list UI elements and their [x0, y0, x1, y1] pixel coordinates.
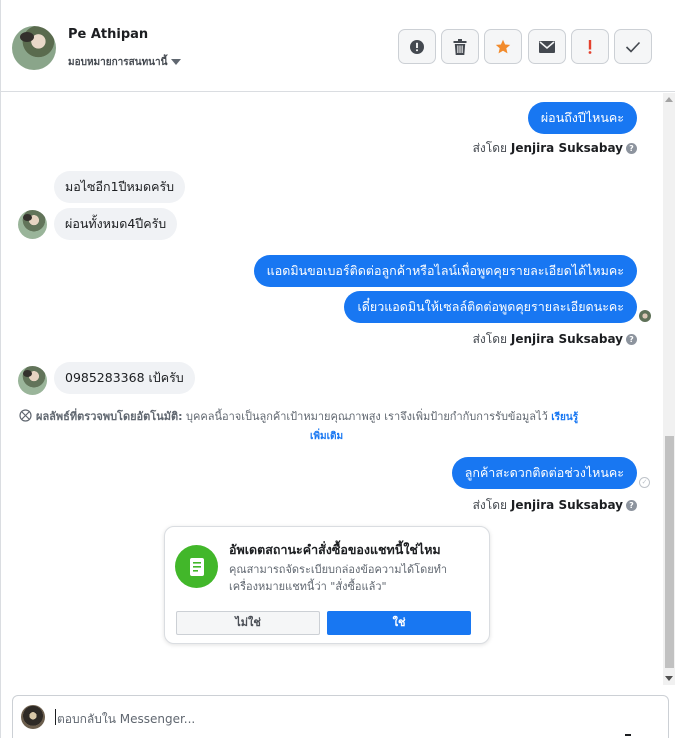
card-description: คุณสามารถจัดระเบียบกล่องข้อความได้โดยทำเ… — [229, 563, 448, 593]
incoming-message[interactable]: 0985283368 เป้ครับ — [54, 362, 195, 394]
spam-button[interactable] — [398, 29, 436, 64]
sent-by-label: ส่งโดย Jenjira Suksabay? — [473, 330, 637, 349]
conversation-header: Pe Athipan มอบหมายการสนทนานี้ — [1, 0, 675, 92]
contact-name[interactable]: Pe Athipan — [68, 27, 148, 42]
scroll-up-arrow-icon[interactable] — [665, 97, 673, 102]
help-icon[interactable]: ? — [626, 143, 637, 154]
auto-detected-text: บุคคลนี้อาจเป็นลูกค้าเป้าหมายคุณภาพสูง เ… — [186, 410, 548, 423]
no-button[interactable]: ไม่ใช่ — [176, 611, 320, 635]
contact-avatar[interactable] — [12, 26, 56, 70]
card-title: อัพเดตสถานะคำสั่งซื้อของแชทนี้ใช่ไหม — [229, 542, 441, 557]
sender-avatar — [18, 366, 47, 395]
delete-button[interactable] — [441, 29, 479, 64]
chevron-down-icon — [171, 59, 182, 65]
star-button[interactable] — [484, 29, 522, 64]
seen-indicator-avatar — [639, 310, 651, 322]
assign-label: มอบหมายการสนทนานี้ — [68, 57, 168, 68]
text-cursor — [55, 709, 56, 725]
reply-input[interactable]: ตอบกลับใน Messenger... — [57, 710, 195, 729]
composer-action-icon[interactable] — [625, 734, 631, 736]
order-receipt-icon — [175, 545, 218, 588]
reply-composer[interactable]: ตอบกลับใน Messenger... — [12, 695, 669, 738]
incoming-message[interactable]: มอไซอีก1ปีหมดครับ — [54, 171, 186, 203]
sent-by-prefix: ส่งโดย — [472, 332, 508, 346]
learn-more-link-continued[interactable]: เพิ่มเติม — [310, 429, 343, 444]
order-status-prompt-card: อัพเดตสถานะคำสั่งซื้อของแชทนี้ใช่ไหม คุณ… — [164, 526, 490, 644]
checkmark-icon — [625, 41, 641, 53]
outgoing-message[interactable]: ลูกค้าสะดวกติดต่อช่วงไหนคะ — [451, 457, 637, 489]
messenger-conversation-panel: Pe Athipan มอบหมายการสนทนานี้ ผ่อนถึงปีไ… — [0, 0, 675, 738]
delivered-check-icon: ✓ — [639, 477, 650, 488]
trash-icon — [453, 38, 467, 55]
sent-by-label: ส่งโดย Jenjira Suksabay? — [473, 139, 637, 158]
help-icon[interactable]: ? — [626, 334, 637, 345]
scroll-down-arrow-icon[interactable] — [665, 676, 673, 681]
auto-detected-note: ผลลัพธ์ที่ตรวจพบโดยอัตโนมัติ: บุคคลนี้อา… — [19, 409, 641, 426]
exclamation-icon — [588, 39, 592, 54]
alert-circle-icon — [410, 39, 424, 54]
done-button[interactable] — [614, 29, 652, 64]
help-icon[interactable]: ? — [626, 500, 637, 511]
envelope-icon — [539, 40, 555, 53]
sent-by-prefix: ส่งโดย — [472, 498, 508, 512]
sent-by-prefix: ส่งโดย — [472, 141, 508, 155]
auto-detected-label: ผลลัพธ์ที่ตรวจพบโดยอัตโนมัติ: — [36, 410, 183, 423]
assign-conversation-dropdown[interactable]: มอบหมายการสนทนานี้ — [68, 55, 182, 70]
sender-avatar — [18, 210, 47, 239]
yes-button[interactable]: ใช่ — [327, 611, 471, 635]
lead-detection-icon — [19, 409, 32, 422]
sender-name[interactable]: Jenjira Suksabay — [511, 498, 623, 512]
outgoing-message[interactable]: เดี๋ยวแอดมินให้เซลล์ติดต่อพูดคุยรายละเอี… — [344, 291, 637, 323]
outgoing-message[interactable]: แอดมินขอเบอร์ติดต่อลูกค้าหรือไลน์เพื่อพู… — [253, 255, 637, 287]
page-avatar — [21, 705, 45, 729]
outgoing-message[interactable]: ผ่อนถึงปีไหนคะ — [527, 102, 637, 134]
learn-more-link[interactable]: เรียนรู้ — [551, 412, 578, 423]
follow-up-button[interactable] — [571, 29, 609, 64]
mark-unread-button[interactable] — [528, 29, 566, 64]
message-thread: ผ่อนถึงปีไหนคะ ส่งโดย Jenjira Suksabay? … — [1, 93, 661, 683]
incoming-message[interactable]: ผ่อนทั้งหมด4ปีครับ — [54, 208, 178, 240]
sent-by-label: ส่งโดย Jenjira Suksabay? — [473, 496, 637, 515]
scrollbar-thumb[interactable] — [665, 436, 674, 668]
sender-name[interactable]: Jenjira Suksabay — [511, 332, 623, 346]
sender-name[interactable]: Jenjira Suksabay — [511, 141, 623, 155]
star-icon — [495, 39, 511, 53]
